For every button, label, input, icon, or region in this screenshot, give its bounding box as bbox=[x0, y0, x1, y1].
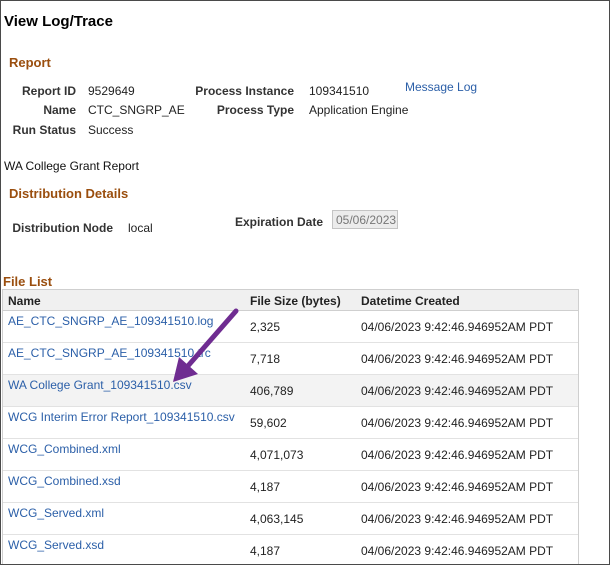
file-size: 406,789 bbox=[250, 384, 294, 398]
expiration-date-label: Expiration Date bbox=[234, 215, 323, 229]
file-size: 2,325 bbox=[250, 320, 281, 334]
file-size: 4,187 bbox=[250, 544, 281, 558]
message-log-link[interactable]: Message Log bbox=[405, 80, 477, 94]
table-row: WCG_Combined.xsd 4,187 04/06/2023 9:42:4… bbox=[3, 471, 578, 503]
file-datetime: 04/06/2023 9:42:46.946952AM PDT bbox=[361, 480, 554, 494]
distribution-section-title: Distribution Details bbox=[9, 186, 129, 201]
file-datetime: 04/06/2023 9:42:46.946952AM PDT bbox=[361, 320, 554, 334]
file-link[interactable]: WCG Interim Error Report_109341510.csv bbox=[8, 410, 235, 424]
distribution-node-value: local bbox=[128, 221, 153, 235]
column-header-datetime: Datetime Created bbox=[361, 294, 460, 308]
file-size: 4,187 bbox=[250, 480, 281, 494]
column-header-file-size: File Size (bytes) bbox=[250, 294, 341, 308]
run-status-value: Success bbox=[88, 123, 134, 137]
file-size: 4,063,145 bbox=[250, 512, 304, 526]
process-type-value: Application Engine bbox=[309, 103, 409, 117]
file-list-section-title: File List bbox=[3, 274, 53, 289]
table-row: WCG Interim Error Report_109341510.csv 5… bbox=[3, 407, 578, 439]
file-datetime: 04/06/2023 9:42:46.946952AM PDT bbox=[361, 544, 554, 558]
file-datetime: 04/06/2023 9:42:46.946952AM PDT bbox=[361, 352, 554, 366]
file-datetime: 04/06/2023 9:42:46.946952AM PDT bbox=[361, 448, 554, 462]
file-datetime: 04/06/2023 9:42:46.946952AM PDT bbox=[361, 512, 554, 526]
report-id-label: Report ID bbox=[22, 84, 76, 98]
process-type-label: Process Type bbox=[216, 103, 294, 117]
table-row: WCG_Combined.xml 4,071,073 04/06/2023 9:… bbox=[3, 439, 578, 471]
file-link[interactable]: AE_CTC_SNGRP_AE_109341510.trc bbox=[8, 346, 211, 360]
page-title: View Log/Trace bbox=[4, 13, 113, 30]
log-trace-page: View Log/Trace Report Report ID 9529649 … bbox=[0, 0, 610, 565]
file-link[interactable]: WCG_Served.xml bbox=[8, 506, 104, 520]
process-instance-value: 109341510 bbox=[309, 84, 370, 98]
file-size: 4,071,073 bbox=[250, 448, 304, 462]
file-link[interactable]: WCG_Combined.xsd bbox=[8, 474, 121, 488]
run-status-label: Run Status bbox=[12, 123, 76, 137]
table-row: AE_CTC_SNGRP_AE_109341510.log 2,325 04/0… bbox=[3, 311, 578, 343]
table-row: WA College Grant_109341510.csv 406,789 0… bbox=[3, 375, 578, 407]
file-datetime: 04/06/2023 9:42:46.946952AM PDT bbox=[361, 416, 554, 430]
report-id-value: 9529649 bbox=[88, 84, 135, 98]
file-link[interactable]: AE_CTC_SNGRP_AE_109341510.log bbox=[8, 314, 213, 328]
expiration-date-field[interactable] bbox=[332, 210, 398, 229]
file-link[interactable]: WCG_Combined.xml bbox=[8, 442, 121, 456]
report-name-value: CTC_SNGRP_AE bbox=[88, 103, 185, 117]
report-description: WA College Grant Report bbox=[4, 159, 139, 173]
table-row: WCG_Served.xml 4,063,145 04/06/2023 9:42… bbox=[3, 503, 578, 535]
file-datetime: 04/06/2023 9:42:46.946952AM PDT bbox=[361, 384, 554, 398]
file-list-header: Name File Size (bytes) Datetime Created bbox=[3, 290, 578, 311]
file-size: 7,718 bbox=[250, 352, 281, 366]
process-instance-label: Process Instance bbox=[195, 84, 294, 98]
report-name-label: Name bbox=[43, 103, 76, 117]
table-row: WCG_Served.xsd 4,187 04/06/2023 9:42:46.… bbox=[3, 535, 578, 564]
column-header-name: Name bbox=[8, 294, 41, 308]
distribution-node-label: Distribution Node bbox=[12, 221, 113, 235]
file-link[interactable]: WCG_Served.xsd bbox=[8, 538, 104, 552]
report-section-title: Report bbox=[9, 55, 51, 70]
table-row: AE_CTC_SNGRP_AE_109341510.trc 7,718 04/0… bbox=[3, 343, 578, 375]
file-list-table: Name File Size (bytes) Datetime Created … bbox=[2, 289, 579, 564]
file-link[interactable]: WA College Grant_109341510.csv bbox=[8, 378, 192, 392]
file-size: 59,602 bbox=[250, 416, 287, 430]
